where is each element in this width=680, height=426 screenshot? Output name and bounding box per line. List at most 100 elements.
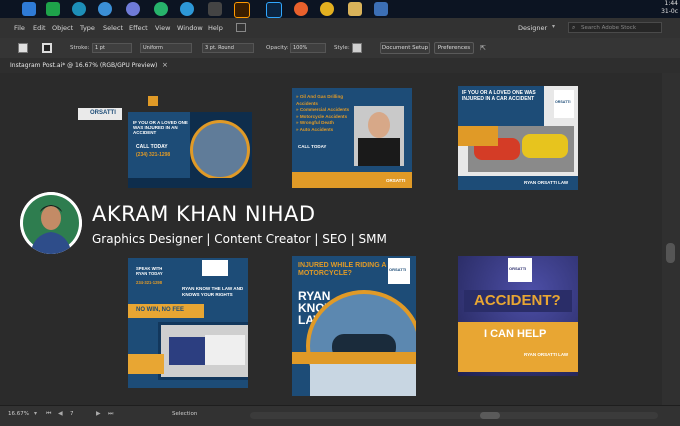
chrome-icon[interactable] (320, 2, 334, 16)
next-artboard-icon[interactable]: ▶ (96, 410, 101, 417)
artboard-6[interactable]: ORSATTI ACCIDENT? I CAN HELP RYAN ORSATT… (458, 256, 578, 376)
ab1-headline: IF YOU OR A LOVED ONE WAS INJURED IN AN … (133, 120, 188, 135)
chevron-down-icon[interactable]: ▾ (34, 410, 37, 417)
artboard-2[interactable]: » Oil And Gas Drilling Accidents » Comme… (292, 88, 412, 188)
workspace-switcher[interactable]: Designer (518, 24, 547, 32)
menubar: File Edit Object Type Select Effect View… (0, 18, 680, 39)
snow-ground (310, 360, 416, 396)
menu-select[interactable]: Select (103, 24, 123, 32)
menu-object[interactable]: Object (52, 24, 73, 32)
close-tab-icon[interactable]: × (162, 61, 168, 69)
search-icon: ⌕ (572, 24, 576, 31)
profile-name: AKRAM KHAN NIHAD (92, 202, 316, 226)
lawyer-photo (354, 106, 404, 166)
stroke-swatch[interactable] (42, 43, 52, 53)
menu-effect[interactable]: Effect (129, 24, 148, 32)
opacity-input[interactable]: 100% (290, 43, 326, 53)
style-swatch[interactable] (352, 43, 362, 53)
preferences-button[interactable]: Preferences (434, 42, 474, 54)
document-tab-bar: Instagram Post.ai* @ 16.67% (RGB/GPU Pre… (0, 58, 680, 73)
arrange-icon[interactable]: ⇱ (480, 44, 486, 52)
ab4-top: SPEAK WITH RYAN TODAY (136, 266, 163, 276)
control-bar: Stroke: 1 pt Uniform 3 pt. Round Opacity… (0, 38, 680, 59)
ab1-cta: CALL TODAY (136, 144, 168, 150)
clock: 1:44 31-0c (661, 0, 678, 16)
prev-artboard-icon[interactable]: ◀ (58, 410, 63, 417)
ab2-bullet: » Oil And Gas Drilling Accidents (296, 94, 344, 106)
ab2-bullet: » Auto Accidents (296, 126, 334, 132)
artboard-number[interactable]: 7 (70, 411, 74, 417)
menu-edit[interactable]: Edit (33, 24, 46, 32)
taskbar: 1:44 31-0c (0, 0, 680, 18)
app-icon[interactable] (22, 2, 36, 16)
brush-definition-select[interactable]: 3 pt. Round (202, 43, 254, 53)
app-icon[interactable] (72, 2, 86, 16)
zoom-level[interactable]: 16.67% (8, 411, 29, 417)
artboard-4[interactable]: SPEAK WITH RYAN TODAY 234-321-1298 RYAN … (128, 258, 248, 388)
ab6-sub: I CAN HELP (484, 328, 547, 340)
photoshop-icon[interactable] (266, 2, 282, 18)
horizontal-scrollbar-thumb[interactable] (480, 412, 500, 419)
menu-view[interactable]: View (155, 24, 170, 32)
truck-cab (169, 337, 209, 365)
yellow-car (522, 134, 568, 158)
app-icon[interactable] (208, 2, 222, 16)
ab4-accent (128, 354, 164, 374)
app-icon[interactable] (374, 2, 388, 16)
ab3-accent (458, 126, 498, 146)
ab5-accent-bar (292, 352, 416, 364)
scrollbar-thumb[interactable] (666, 243, 675, 263)
search-field[interactable]: ⌕ Search Adobe Stock (568, 22, 662, 33)
car-photo (190, 120, 250, 180)
fill-swatch[interactable] (18, 43, 28, 53)
first-artboard-icon[interactable]: ⏮ (46, 410, 51, 418)
profile-tagline: Graphics Designer | Content Creator | SE… (92, 232, 387, 246)
ab4-logo-tag (202, 260, 228, 276)
ab4-banner: NO WIN, NO FEE (136, 307, 184, 313)
opacity-label: Opacity: (266, 45, 289, 51)
app-icon[interactable] (180, 2, 194, 16)
menu-file[interactable]: File (14, 24, 25, 32)
ab3-brand: ORSATTI (555, 100, 571, 104)
horizontal-scrollbar[interactable] (250, 412, 658, 419)
app-icon[interactable] (98, 2, 112, 16)
clock-time: 1:44 (664, 0, 678, 7)
menu-window[interactable]: Window (177, 24, 203, 32)
status-bar: 16.67% ▾ ⏮ ◀ 7 ▶ ⏭ Selection (0, 405, 680, 426)
document-tab[interactable]: Instagram Post.ai* @ 16.67% (RGB/GPU Pre… (10, 62, 157, 69)
ab4-phone: 234-321-1298 (136, 280, 163, 285)
folder-icon[interactable] (348, 2, 362, 16)
arrange-documents-icon[interactable] (236, 23, 246, 32)
truck-trailer (205, 335, 245, 365)
ab1-logo-strip: ORSATTI (78, 108, 122, 120)
ab1-footer (128, 178, 252, 188)
app-icon[interactable] (126, 2, 140, 16)
ab1-accent (148, 96, 158, 106)
ab5-brand: ORSATTI (389, 267, 407, 272)
chevron-down-icon[interactable]: ▾ (552, 23, 555, 30)
last-artboard-icon[interactable]: ⏭ (108, 410, 113, 418)
stroke-weight-input[interactable]: 1 pt (92, 43, 132, 53)
document-setup-button[interactable]: Document Setup (380, 42, 430, 54)
search-placeholder: Search Adobe Stock (581, 25, 637, 31)
ab6-footer: RYAN ORSATTI LAW (524, 352, 569, 357)
avatar (20, 192, 82, 254)
ab1-brand: ORSATTI (90, 110, 116, 116)
menu-type[interactable]: Type (80, 24, 95, 32)
lawyer-face (368, 112, 390, 138)
illustrator-icon[interactable] (234, 2, 250, 18)
variable-width-select[interactable]: Uniform (140, 43, 192, 53)
firefox-icon[interactable] (294, 2, 308, 16)
artboard-5[interactable]: INJURED WHILE RIDING A MOTORCYCLE? ORSAT… (292, 256, 416, 396)
current-tool: Selection (172, 411, 198, 417)
ab3-footer: RYAN ORSATTI LAW (524, 180, 569, 185)
vertical-scrollbar[interactable] (662, 73, 680, 405)
ab3-logo-tag: ORSATTI (554, 90, 574, 118)
artboard-3[interactable]: IF YOU OR A LOVED ONE WAS INJURED IN A C… (458, 86, 578, 190)
artboard-1[interactable]: IF YOU OR A LOVED ONE WAS INJURED IN AN … (128, 112, 252, 188)
app-icon[interactable] (154, 2, 168, 16)
app-icon[interactable] (46, 2, 60, 16)
ab3-headline: IF YOU OR A LOVED ONE WAS INJURED IN A C… (462, 90, 536, 102)
ab2-bullets: » Oil And Gas Drilling Accidents » Comme… (296, 94, 358, 133)
menu-help[interactable]: Help (208, 24, 223, 32)
